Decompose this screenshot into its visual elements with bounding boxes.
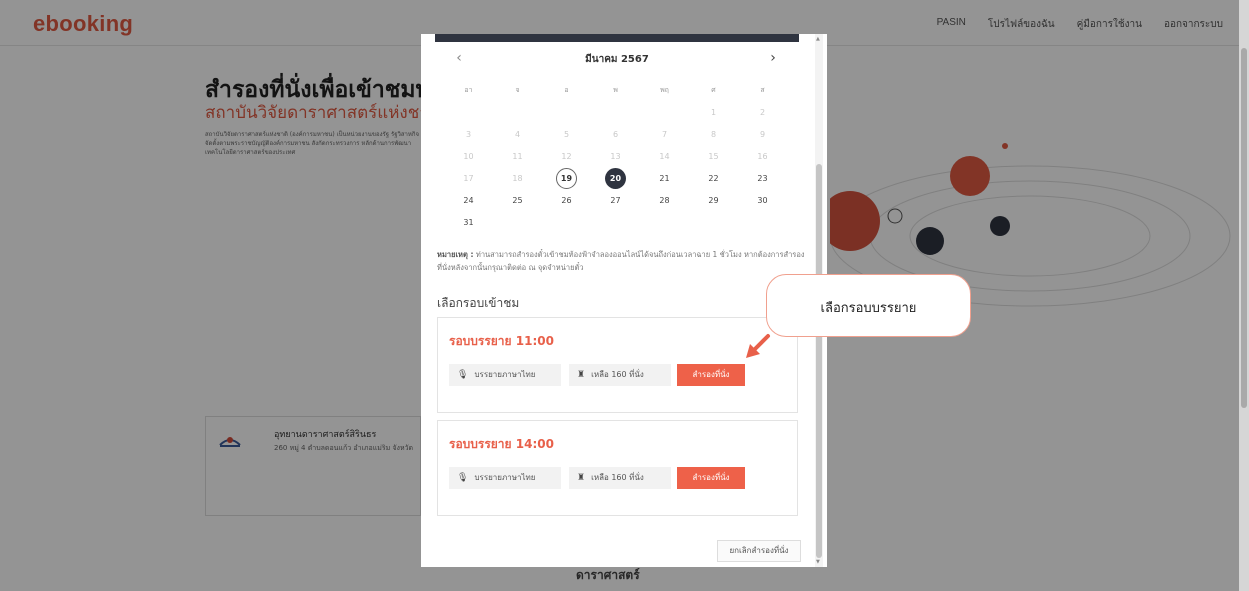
weekday-label: จ bbox=[515, 86, 520, 94]
calendar-day: 17 bbox=[463, 174, 474, 183]
scroll-up-icon[interactable]: ▲ bbox=[816, 36, 820, 42]
page-scrollbar[interactable] bbox=[1239, 0, 1249, 591]
calendar-day: 18 bbox=[512, 174, 523, 183]
weekday-label: พ bbox=[613, 86, 618, 94]
calendar-day: 5 bbox=[563, 130, 570, 139]
calendar-day[interactable]: 25 bbox=[493, 190, 542, 212]
weekday-label: พฤ bbox=[660, 86, 669, 94]
book-seat-button[interactable]: สำรองที่นั่ง bbox=[677, 467, 745, 489]
cancel-booking-button[interactable]: ยกเลิกสำรองที่นั่ง bbox=[717, 540, 801, 562]
calendar-blank-cell bbox=[493, 102, 542, 124]
weekday-label: ส bbox=[760, 86, 765, 94]
calendar-day: 14 bbox=[659, 152, 670, 161]
calendar-day: 16 bbox=[757, 152, 768, 161]
calendar-blank-cell bbox=[542, 102, 591, 124]
booking-note: หมายเหตุ : ท่านสามารถสำรองตั๋วเข้าชมท้อง… bbox=[437, 248, 805, 274]
calendar-day[interactable]: 31 bbox=[444, 212, 493, 234]
next-month-icon[interactable]: › bbox=[763, 50, 783, 66]
calendar-blank-cell bbox=[444, 102, 493, 124]
calendar-day[interactable]: 27 bbox=[591, 190, 640, 212]
calendar-day[interactable]: 26 bbox=[542, 190, 591, 212]
seat-icon: ♜ bbox=[577, 473, 586, 483]
calendar-day: 8 bbox=[710, 130, 717, 139]
calendar-day: 13 bbox=[610, 152, 621, 161]
scroll-down-icon[interactable]: ▼ bbox=[816, 559, 820, 565]
calendar-month-label: มีนาคม 2567 bbox=[585, 54, 649, 65]
calendar-day: 6 bbox=[612, 130, 619, 139]
calendar-day: 11 bbox=[512, 152, 523, 161]
calendar-day[interactable]: 19 bbox=[542, 168, 591, 190]
calendar-day[interactable]: 24 bbox=[444, 190, 493, 212]
select-round-title: เลือกรอบเข้าชม bbox=[437, 296, 520, 310]
calendar-header: ‹ มีนาคม 2567 › bbox=[435, 50, 799, 68]
calendar-day[interactable]: 21 bbox=[640, 168, 689, 190]
calendar-day[interactable]: 20 bbox=[591, 168, 640, 190]
round-title: รอบบรรยาย 14:00 bbox=[449, 437, 554, 451]
language-label: บรรยายภาษาไทย bbox=[474, 473, 536, 482]
round-title: รอบบรรยาย 11:00 bbox=[449, 334, 554, 348]
seats-chip: ♜ เหลือ 160 ที่นั่ง bbox=[569, 364, 671, 386]
weekday-label: อ bbox=[564, 86, 569, 94]
page-scrollbar-thumb[interactable] bbox=[1241, 48, 1247, 408]
note-label: หมายเหตุ : bbox=[437, 250, 474, 259]
calendar-day: 15 bbox=[708, 152, 719, 161]
round-card: รอบบรรยาย 14:00 🎙 บรรยายภาษาไทย ♜ เหลือ 16… bbox=[437, 420, 798, 516]
calendar-grid: อา จ อ พ พฤ ศ ส 1 2 3 4 5 6 7 8 9 10 11 12 13 14 15 16 1… bbox=[444, 80, 787, 234]
weekday-label: ศ bbox=[711, 86, 716, 94]
microphone-icon: 🎙 bbox=[457, 473, 469, 483]
modal-scrollbar-thumb[interactable] bbox=[816, 164, 822, 558]
calendar-day: 3 bbox=[465, 130, 472, 139]
seat-icon: ♜ bbox=[577, 370, 586, 380]
language-chip: 🎙 บรรยายภาษาไทย bbox=[449, 467, 561, 489]
calendar-blank-cell bbox=[591, 102, 640, 124]
calendar-day[interactable]: 23 bbox=[738, 168, 787, 190]
weekday-label: อา bbox=[464, 86, 473, 94]
book-seat-button[interactable]: สำรองที่นั่ง bbox=[677, 364, 745, 386]
arrow-pointer-icon bbox=[746, 334, 770, 358]
calendar-day: 12 bbox=[561, 152, 572, 161]
calendar-day: 9 bbox=[759, 130, 766, 139]
note-text: ท่านสามารถสำรองตั๋วเข้าชมท้องฟ้าจำลองออน… bbox=[437, 250, 805, 272]
callout-text: เลือกรอบบรรยาย bbox=[820, 301, 917, 316]
seats-chip: ♜ เหลือ 160 ที่นั่ง bbox=[569, 467, 671, 489]
seats-label: เหลือ 160 ที่นั่ง bbox=[591, 370, 644, 379]
calendar-day[interactable]: 28 bbox=[640, 190, 689, 212]
callout-bubble: เลือกรอบบรรยาย bbox=[766, 274, 971, 337]
microphone-icon: 🎙 bbox=[457, 370, 469, 380]
calendar-day[interactable]: 29 bbox=[689, 190, 738, 212]
calendar-day: 2 bbox=[759, 108, 766, 117]
modal-header-strip bbox=[435, 34, 799, 42]
language-label: บรรยายภาษาไทย bbox=[474, 370, 536, 379]
language-chip: 🎙 บรรยายภาษาไทย bbox=[449, 364, 561, 386]
calendar-day: 7 bbox=[661, 130, 668, 139]
calendar-day: 4 bbox=[514, 130, 521, 139]
calendar-day: 10 bbox=[463, 152, 474, 161]
calendar-day[interactable]: 30 bbox=[738, 190, 787, 212]
calendar-blank-cell bbox=[640, 102, 689, 124]
seats-label: เหลือ 160 ที่นั่ง bbox=[591, 473, 644, 482]
calendar-day: 1 bbox=[710, 108, 717, 117]
calendar-day[interactable]: 22 bbox=[689, 168, 738, 190]
